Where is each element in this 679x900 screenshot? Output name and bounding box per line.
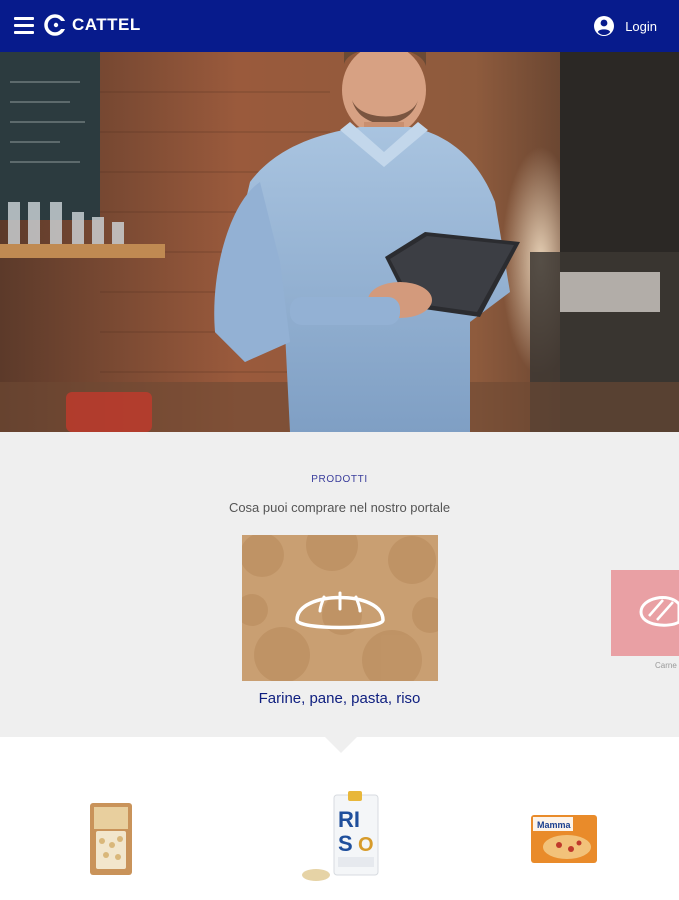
rice-bag[interactable]: RI S O (300, 791, 382, 888)
login-label: Login (625, 18, 657, 34)
logo-mark-icon (44, 14, 66, 36)
category-next-label: Carne (655, 661, 677, 670)
svg-text:Mamma: Mamma (537, 820, 572, 830)
category-card-next[interactable] (611, 570, 679, 656)
account-circle-icon (594, 16, 615, 36)
section-subtitle: Cosa puoi comprare nel nostro portale (228, 500, 451, 515)
bread-icon (242, 535, 438, 681)
brand-name: CATTEL (72, 15, 141, 34)
brand-logo[interactable]: CATTEL (44, 14, 141, 36)
selection-pointer (325, 737, 357, 753)
category-card-farine[interactable] (242, 535, 438, 681)
svg-text:RI: RI (338, 807, 360, 832)
oat-flakes-bag[interactable] (88, 801, 134, 882)
app-header: CATTEL Login (0, 0, 679, 52)
hero-image (0, 52, 679, 432)
category-title[interactable]: Farine, pane, pasta, riso (0, 690, 679, 707)
section-kicker: PRODOTTI (311, 474, 368, 485)
svg-text:O: O (358, 834, 374, 856)
products-section: PRODOTTI Cosa puoi comprare nel nostro p… (0, 432, 679, 737)
svg-text:S: S (338, 831, 353, 856)
steak-icon (611, 570, 679, 656)
pizza-pack[interactable]: Mamma (529, 813, 599, 870)
login-button[interactable]: Login (593, 15, 657, 37)
hamburger-menu-icon[interactable] (14, 17, 34, 35)
product-items: RI S O Mamma (0, 753, 679, 900)
